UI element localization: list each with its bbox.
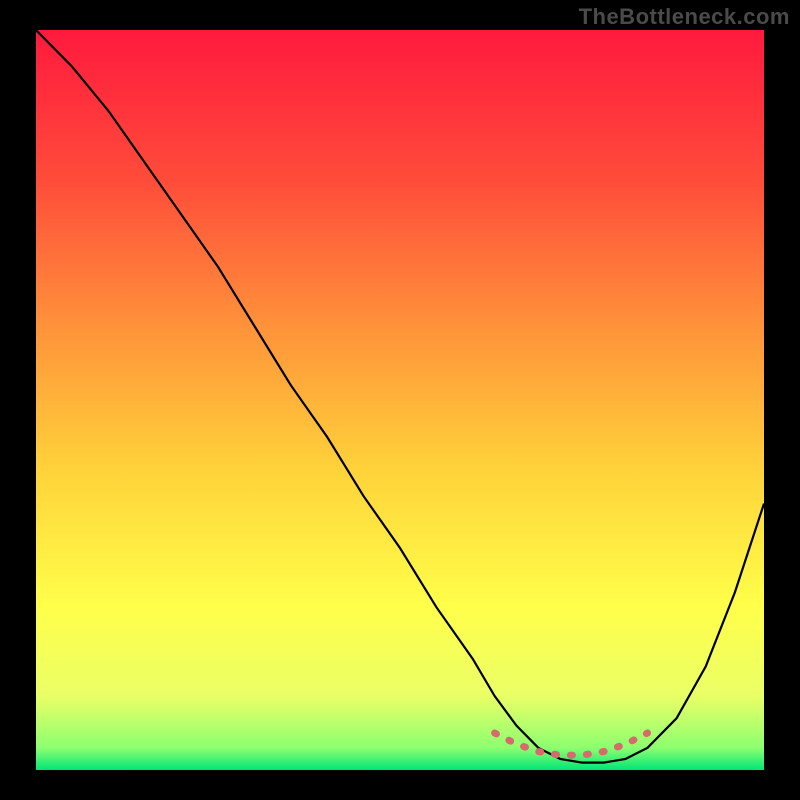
watermark-text: TheBottleneck.com: [579, 4, 790, 30]
chart-svg: [36, 30, 764, 770]
chart-frame: TheBottleneck.com: [0, 0, 800, 800]
gradient-background: [36, 30, 764, 770]
plot-area: [36, 30, 764, 770]
